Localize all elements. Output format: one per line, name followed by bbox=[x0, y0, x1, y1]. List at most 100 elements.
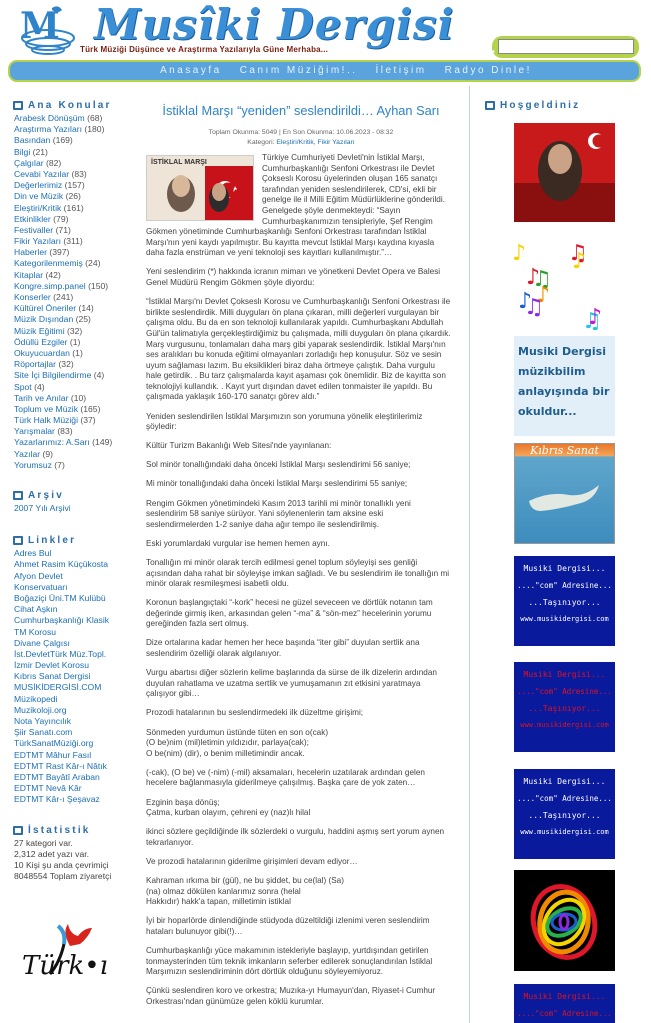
category-item: Röportajlar (32) bbox=[14, 359, 132, 370]
category-link[interactable]: Çalgılar bbox=[14, 158, 44, 168]
promo-box[interactable]: Musiki Dergisi müzikbilim anlayışında bi… bbox=[514, 336, 615, 436]
category-count: (68) bbox=[87, 113, 103, 123]
category-link[interactable]: Müzik Dışından bbox=[14, 314, 73, 324]
category-link[interactable]: Arabesk Dönüşüm bbox=[14, 113, 85, 123]
post-title[interactable]: İstiklal Marşı “yeniden” seslendirildi… … bbox=[138, 103, 464, 118]
sidebar-link[interactable]: EDTMT Bayâtî Araban bbox=[14, 772, 132, 783]
post-paragraph: Yeniden seslendirilen İstiklal Marşımızı… bbox=[146, 411, 423, 432]
category-item: Çalgılar (82) bbox=[14, 158, 132, 169]
turkis-logo-icon[interactable]: Türk•ış bbox=[18, 922, 108, 992]
sidebar-link[interactable]: EDTMT Kâr-ı Şeşavaz bbox=[14, 794, 132, 805]
category-link[interactable]: Araştırma Yazıları bbox=[14, 124, 82, 134]
banner-moved-3[interactable]: Musiki Dergisi... ...."com" Adresine... … bbox=[514, 769, 615, 859]
category-link[interactable]: Yazarlarımız: A.Sarı bbox=[14, 437, 90, 447]
category-link[interactable]: Din ve Müzik bbox=[14, 191, 63, 201]
category-count: (14) bbox=[78, 303, 94, 314]
banner-moved-4[interactable]: Musiki Dergisi... ...."com" Adresine... bbox=[514, 984, 615, 1023]
sidebar-link[interactable]: Afyon Devlet bbox=[14, 571, 132, 582]
sidebar-link[interactable]: TürkSanatMüziği.org bbox=[14, 738, 132, 749]
nav-canim-muzigim[interactable]: Canım Müziğim!.. bbox=[240, 65, 358, 76]
banner-2-line-1: Musiki Dergisi... bbox=[523, 670, 606, 679]
site-title[interactable]: Musîki Dergisi bbox=[94, 0, 455, 49]
right-divider bbox=[469, 86, 470, 1023]
kibris-sanat-banner[interactable]: Kıbrıs Sanat bbox=[514, 443, 615, 544]
category-link[interactable]: Ödüllü Ezgiler bbox=[14, 337, 68, 347]
search-input[interactable] bbox=[498, 39, 634, 54]
sidebar-link[interactable]: Boğaziçi Üni.TM Kulübü bbox=[14, 593, 132, 604]
category-link[interactable]: Fikir Yazıları bbox=[14, 236, 61, 246]
category-link[interactable]: Site İçi Bilgilendirme bbox=[14, 370, 91, 380]
category-link[interactable]: Değerlerimiz bbox=[14, 180, 62, 190]
category-item: Toplum ve Müzik (165) bbox=[14, 404, 132, 415]
sidebar-link[interactable]: Nota Yayıncılık bbox=[14, 716, 132, 727]
sidebar-link[interactable]: Müzikopedi bbox=[14, 694, 132, 705]
category-link[interactable]: Türk Halk Müziği bbox=[14, 415, 78, 425]
category-link[interactable]: Kitaplar bbox=[14, 270, 43, 280]
category-count: (71) bbox=[55, 224, 71, 235]
category-link[interactable]: Festivaller bbox=[14, 225, 53, 235]
sidebar-link[interactable]: TM Korosu bbox=[14, 627, 132, 638]
sidebar-link[interactable]: Cihat Aşkın bbox=[14, 604, 132, 615]
category-count: (10) bbox=[70, 392, 87, 403]
category-link[interactable]: Yarışmalar bbox=[14, 426, 55, 436]
category-link[interactable]: Haberler bbox=[14, 247, 47, 257]
site-logo-icon[interactable]: M bbox=[18, 4, 76, 56]
category-count: (169) bbox=[52, 135, 73, 146]
svg-text:♫: ♫ bbox=[524, 295, 544, 320]
nav-anasayfa[interactable]: Anasayfa bbox=[160, 65, 222, 76]
svg-text:♪: ♪ bbox=[588, 305, 602, 330]
category-count: (180) bbox=[84, 124, 105, 135]
nav-iletisim[interactable]: İletişim bbox=[376, 65, 427, 76]
category-link[interactable]: Etkinlikler bbox=[14, 214, 51, 224]
sidebar-link[interactable]: MUSİKİDERGİSİ.COM bbox=[14, 682, 132, 693]
svg-text:M: M bbox=[20, 5, 60, 47]
category-link[interactable]: Röportajlar bbox=[14, 359, 56, 369]
category-link[interactable]: Bilgi bbox=[14, 147, 30, 157]
sidebar-link[interactable]: Muzikoloji.org bbox=[14, 705, 132, 716]
post-paragraph: Sol minör tonallığındaki daha önceki İst… bbox=[146, 460, 411, 470]
category-link[interactable]: Müzik Eğitimi bbox=[14, 326, 65, 336]
category-link[interactable]: Yazılar bbox=[14, 449, 40, 459]
sidebar-link[interactable]: EDTMT Rast Kâr-ı Nâtık bbox=[14, 761, 132, 772]
sidebar-link[interactable]: İzmir Devlet Korosu bbox=[14, 660, 132, 671]
archive-link[interactable]: 2007 Yılı Arşivi bbox=[14, 503, 132, 514]
category-link[interactable]: Basından bbox=[14, 135, 50, 145]
abstract-swirl-image[interactable] bbox=[514, 870, 615, 971]
category-link[interactable]: Kongre.simp.panel bbox=[14, 281, 86, 291]
category-link[interactable]: Tarih ve Anılar bbox=[14, 393, 68, 403]
sidebar-link[interactable]: Konservatuarı bbox=[14, 582, 132, 593]
category-link[interactable]: Yorumsuz bbox=[14, 460, 52, 470]
category-item: Okuyucuardan (1) bbox=[14, 348, 132, 359]
category-link[interactable]: Kültürel Öneriler bbox=[14, 303, 76, 313]
category-links[interactable]: Eleştiri/Kritik, Fikir Yazıları bbox=[276, 139, 354, 146]
sidebar-link[interactable]: Ahmet Rasim Küçükosta bbox=[14, 559, 132, 570]
nav-radyo-dinle[interactable]: Radyo Dinle! bbox=[445, 65, 532, 76]
post-paragraph: Cumhurbaşkanlığı yüce makamının istekler… bbox=[146, 945, 433, 977]
sidebar-link[interactable]: EDTMT Mâhur Fasıl bbox=[14, 750, 132, 761]
sidebar-link[interactable]: İst.DevletTürk Müz.Topl. bbox=[14, 649, 132, 660]
sidebar-link[interactable]: Divane Çalgısı bbox=[14, 638, 132, 649]
stat-item: 2,312 adet yazı var. bbox=[14, 848, 90, 859]
ataturk-flag-image[interactable] bbox=[514, 123, 615, 222]
category-item: Bilgi (21) bbox=[14, 147, 132, 158]
post-paragraph: Ve prozodi hatalarının giderilme girişim… bbox=[146, 856, 358, 866]
category-link[interactable]: Cevabi Yazılar bbox=[14, 169, 69, 179]
search-dot-icon: ▪ bbox=[492, 47, 495, 56]
post-paragraph: Rengim Gökmen yönetimindeki Kasım 2013 t… bbox=[146, 498, 411, 529]
sidebar-link[interactable]: EDTMT Nevâ Kâr bbox=[14, 783, 132, 794]
post-paragraph: İyi bir hoparlörde dinlendiğinde stüdyod… bbox=[146, 916, 430, 936]
category-link[interactable]: Eleştiri/Kritik bbox=[14, 203, 61, 213]
sidebar-link[interactable]: Adres Bul bbox=[14, 548, 132, 559]
category-link[interactable]: Okuyucuardan bbox=[14, 348, 70, 358]
sidebar-link[interactable]: Şiir Sanatı.com bbox=[14, 727, 132, 738]
category-count: (24) bbox=[85, 258, 101, 269]
post-paragraph: Mi minör tonallığındaki daha önceki İsti… bbox=[146, 479, 408, 489]
category-link[interactable]: Kategorilenmemiş bbox=[14, 258, 83, 268]
banner-moved-2[interactable]: Musiki Dergisi... ...."com" Adresine... … bbox=[514, 662, 615, 752]
category-link[interactable]: Toplum ve Müzik bbox=[14, 404, 78, 414]
category-link[interactable]: Konserler bbox=[14, 292, 51, 302]
banner-moved-1[interactable]: Musiki Dergisi... ...."com" Adresine... … bbox=[514, 556, 615, 646]
sidebar-link[interactable]: Cumhurbaşkanlığı Klasik bbox=[14, 615, 132, 626]
category-link[interactable]: Spot bbox=[14, 382, 32, 392]
sidebar-link[interactable]: Kıbrıs Sanat Dergisi bbox=[14, 671, 132, 682]
